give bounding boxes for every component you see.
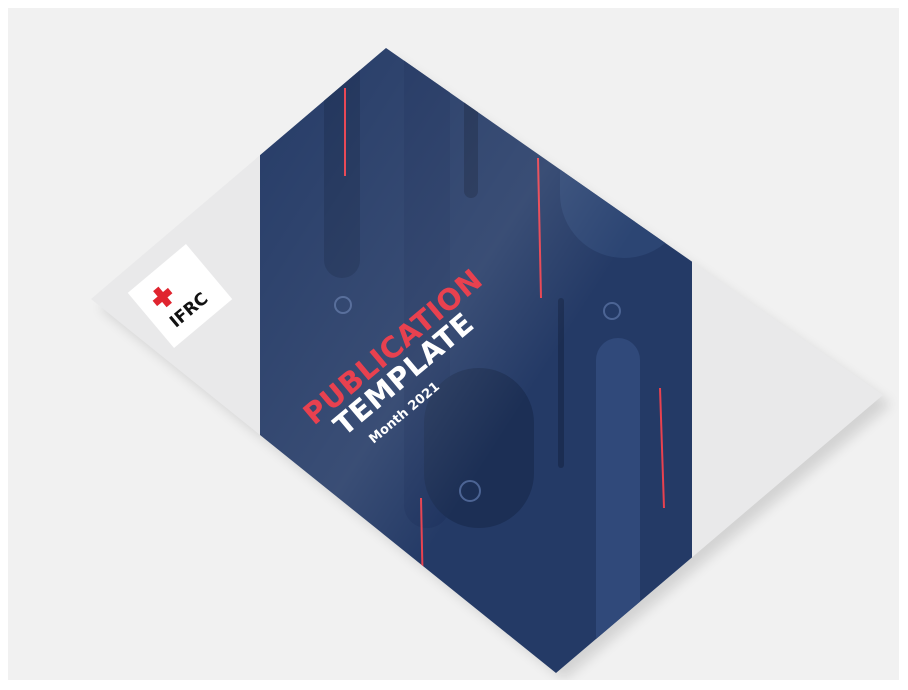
cover-sheen bbox=[260, 48, 692, 673]
publication-mockup: IFRC PUBLICATION TEMPLATE Month 2021 bbox=[91, 48, 891, 680]
mockup-frame: IFRC PUBLICATION TEMPLATE Month 2021 bbox=[8, 8, 899, 680]
